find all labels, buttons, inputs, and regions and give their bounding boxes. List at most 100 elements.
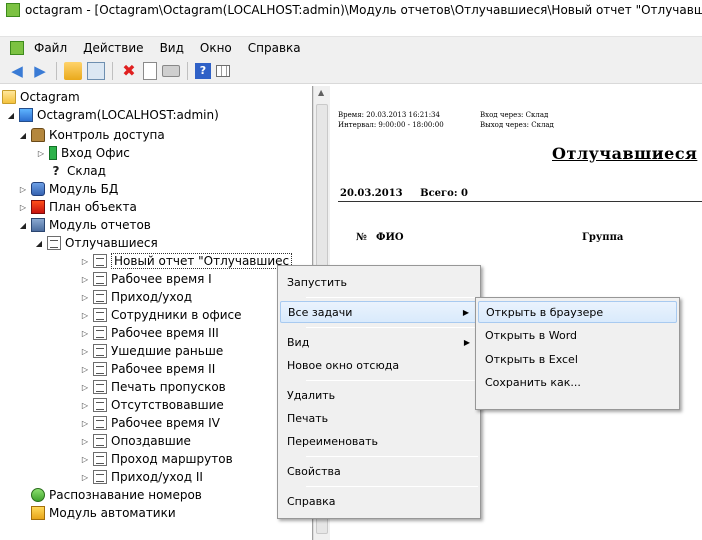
tree-node-report[interactable]: ▷ Рабочее время I bbox=[80, 270, 212, 288]
tree-node-report[interactable]: ▷ Отсутствовавшие bbox=[80, 396, 224, 414]
menu-item-properties[interactable]: Свойства bbox=[280, 460, 478, 482]
menu-item-label: Все задачи bbox=[288, 305, 353, 319]
context-menu: Запустить Все задачи ▶ Вид ▶ Новое окно … bbox=[277, 265, 481, 519]
expand-triangle-icon[interactable]: ▷ bbox=[80, 257, 90, 266]
expand-triangle-icon[interactable]: ▷ bbox=[80, 383, 90, 392]
menu-item-rename[interactable]: Переименовать bbox=[280, 430, 478, 452]
app-menu-icon[interactable] bbox=[10, 40, 24, 55]
scroll-up-icon[interactable]: ▲ bbox=[318, 88, 324, 97]
menu-item-open-in-browser[interactable]: Открыть в браузере bbox=[478, 301, 677, 323]
tree-node-db-module[interactable]: ▷ Модуль БД bbox=[18, 180, 118, 198]
expand-triangle-icon[interactable]: ▷ bbox=[80, 365, 90, 374]
expand-triangle-icon[interactable]: ▷ bbox=[18, 185, 28, 194]
menu-item-print[interactable]: Печать bbox=[280, 407, 478, 429]
report-icon bbox=[93, 344, 107, 358]
toolbar-separator bbox=[187, 61, 188, 80]
menu-item-view[interactable]: Вид ▶ bbox=[280, 331, 478, 353]
expand-triangle-icon[interactable]: ▷ bbox=[80, 455, 90, 464]
report-total: Всего: 0 bbox=[420, 188, 468, 199]
column-header-name: ФИО bbox=[376, 232, 404, 243]
view-grid-icon[interactable] bbox=[216, 64, 230, 77]
tree-node-label: Рабочее время II bbox=[111, 362, 216, 376]
expand-triangle-icon[interactable]: ▷ bbox=[80, 293, 90, 302]
tree-node-absentees[interactable]: ◢ Отлучавшиеся bbox=[34, 234, 158, 252]
expand-triangle-icon[interactable]: ▷ bbox=[80, 311, 90, 320]
column-header-group: Группа bbox=[582, 232, 624, 243]
tree-node-report[interactable]: ▷ Ушедшие раньше bbox=[80, 342, 223, 360]
expand-triangle-icon[interactable]: ▷ bbox=[36, 149, 46, 158]
collapse-triangle-icon[interactable]: ◢ bbox=[6, 111, 16, 120]
menu-item-help[interactable]: Справка bbox=[280, 490, 478, 512]
menu-item-delete[interactable]: Удалить bbox=[280, 384, 478, 406]
expand-triangle-icon[interactable]: ▷ bbox=[80, 419, 90, 428]
folder-up-icon[interactable] bbox=[64, 61, 82, 80]
forward-arrow-icon[interactable]: ▶ bbox=[31, 62, 49, 80]
tree-node-report[interactable]: ▷ Рабочее время II bbox=[80, 360, 215, 378]
show-panel-icon[interactable] bbox=[87, 61, 105, 80]
menu-view[interactable]: Вид bbox=[160, 41, 184, 55]
tree-node-entry-office[interactable]: ▷ Вход Офис bbox=[36, 144, 130, 162]
expand-triangle-icon[interactable]: ▷ bbox=[80, 473, 90, 482]
expand-triangle-icon[interactable]: ▷ bbox=[80, 329, 90, 338]
tree-node-automation-module[interactable]: Модуль автоматики bbox=[31, 504, 176, 522]
tree-node-report[interactable]: ▷ Сотрудники в офисе bbox=[80, 306, 242, 324]
tree-node-report[interactable]: ▷ Опоздавшие bbox=[80, 432, 191, 450]
database-icon bbox=[31, 182, 45, 196]
menu-item-label: Вид bbox=[287, 335, 310, 349]
expand-triangle-icon[interactable]: ▷ bbox=[80, 347, 90, 356]
report-summary: 20.03.2013 Всего: 0 bbox=[340, 188, 482, 199]
tree-node-label: План объекта bbox=[49, 200, 137, 214]
delete-icon[interactable]: ✖ bbox=[120, 61, 138, 80]
menu-file[interactable]: Файл bbox=[34, 41, 67, 55]
expand-triangle-icon[interactable]: ▷ bbox=[80, 275, 90, 284]
menu-window[interactable]: Окно bbox=[200, 41, 232, 55]
door-icon bbox=[49, 146, 57, 160]
tree-node-label: Склад bbox=[67, 164, 106, 178]
tree-node-report[interactable]: ▷ Приход/уход II bbox=[80, 468, 203, 486]
tree-node-label: Модуль автоматики bbox=[49, 506, 176, 520]
menu-item-new-window[interactable]: Новое окно отсюда bbox=[280, 354, 478, 376]
window-title-bar: octagram - [Octagram\Octagram(LOCALHOST:… bbox=[0, 0, 702, 20]
collapse-triangle-icon[interactable]: ◢ bbox=[34, 239, 44, 248]
print-icon[interactable] bbox=[162, 64, 180, 77]
tree-node-access-control[interactable]: ◢ Контроль доступа bbox=[18, 126, 165, 144]
menu-bar: Файл Действие Вид Окно Справка bbox=[0, 36, 702, 58]
tree-node-report[interactable]: ▷ Рабочее время III bbox=[80, 324, 219, 342]
properties-icon[interactable] bbox=[143, 61, 157, 80]
tree-node-reports-module[interactable]: ◢ Модуль отчетов bbox=[18, 216, 151, 234]
report-icon bbox=[93, 470, 107, 484]
report-divider bbox=[338, 201, 702, 202]
tree-node-report[interactable]: ▷ Печать пропусков bbox=[80, 378, 226, 396]
expand-triangle-icon[interactable]: ▷ bbox=[18, 203, 28, 212]
expand-triangle-icon[interactable]: ▷ bbox=[80, 401, 90, 410]
tree-node-report[interactable]: ▷ Проход маршрутов bbox=[80, 450, 233, 468]
tree-node-root[interactable]: Octagram bbox=[2, 88, 80, 106]
tree-node-warehouse[interactable]: ? Склад bbox=[49, 162, 106, 180]
menu-item-open-in-excel[interactable]: Открыть в Excel bbox=[478, 348, 677, 370]
help-icon[interactable]: ? bbox=[195, 62, 211, 79]
folder-icon bbox=[2, 90, 16, 104]
tree-node-server[interactable]: ◢ Octagram(LOCALHOST:admin) bbox=[6, 106, 219, 124]
column-header-number: № bbox=[356, 232, 367, 243]
all-tasks-submenu: Открыть в браузере Открыть в Word Открыт… bbox=[475, 297, 680, 410]
tree-node-report[interactable]: ▷ Приход/уход bbox=[80, 288, 192, 306]
menu-item-run[interactable]: Запустить bbox=[280, 271, 478, 293]
tree-node-label: Сотрудники в офисе bbox=[111, 308, 242, 322]
menu-item-all-tasks[interactable]: Все задачи ▶ bbox=[280, 301, 478, 323]
tree-node-label: Проход маршрутов bbox=[111, 452, 233, 466]
collapse-triangle-icon[interactable]: ◢ bbox=[18, 221, 28, 230]
toolbar-separator bbox=[112, 61, 113, 80]
menu-help[interactable]: Справка bbox=[248, 41, 301, 55]
report-icon bbox=[93, 290, 107, 304]
menu-action[interactable]: Действие bbox=[83, 41, 143, 55]
tree-node-object-plan[interactable]: ▷ План объекта bbox=[18, 198, 137, 216]
tree-node-new-report[interactable]: ▷ Новый отчет "Отлучавшиес bbox=[80, 252, 293, 270]
expand-triangle-icon[interactable]: ▷ bbox=[80, 437, 90, 446]
menu-item-save-as[interactable]: Сохранить как... bbox=[478, 371, 677, 393]
back-arrow-icon[interactable]: ◀ bbox=[8, 62, 26, 80]
collapse-triangle-icon[interactable]: ◢ bbox=[18, 131, 28, 140]
tree-node-number-recognition[interactable]: Распознавание номеров bbox=[31, 486, 202, 504]
menu-item-open-in-word[interactable]: Открыть в Word bbox=[478, 324, 677, 346]
tree-node-report[interactable]: ▷ Рабочее время IV bbox=[80, 414, 220, 432]
tree-node-label: Контроль доступа bbox=[49, 128, 165, 142]
